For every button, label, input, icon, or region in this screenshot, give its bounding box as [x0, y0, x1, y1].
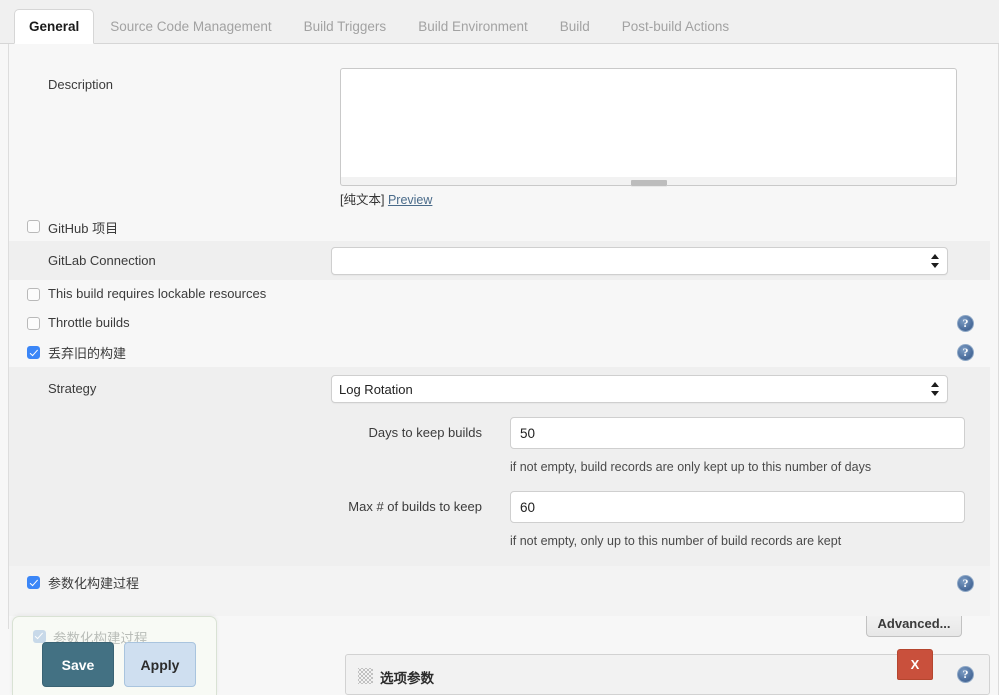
- drag-handle-icon[interactable]: [358, 668, 373, 684]
- gitlab-connection-select[interactable]: [331, 247, 948, 275]
- strategy-select-wrap: Log Rotation: [331, 375, 948, 403]
- lockable-resources-row: This build requires lockable resources: [9, 280, 990, 309]
- tab-source-code-management[interactable]: Source Code Management: [94, 10, 287, 43]
- max-builds-to-keep-label: Max # of builds to keep: [289, 499, 482, 514]
- parameterized-build-help-icon[interactable]: [957, 575, 974, 592]
- tab-build-environment[interactable]: Build Environment: [402, 10, 544, 43]
- gitlab-connection-select-wrap: [331, 247, 948, 275]
- days-to-keep-builds-hint: if not empty, build records are only kep…: [510, 460, 871, 474]
- tab-source-code-management-label: Source Code Management: [110, 19, 271, 34]
- github-project-checkbox[interactable]: [27, 220, 40, 233]
- parameterized-build-checkbox[interactable]: [27, 576, 40, 589]
- tab-build-triggers[interactable]: Build Triggers: [288, 10, 403, 43]
- option-parameter-title: 选项参数: [380, 667, 434, 687]
- tab-general[interactable]: General: [14, 9, 94, 44]
- lockable-resources-checkbox[interactable]: [27, 288, 40, 301]
- throttle-builds-row: Throttle builds: [9, 309, 990, 338]
- throttle-builds-checkbox[interactable]: [27, 317, 40, 330]
- save-apply-bar: 参数化构建过程 Save Apply: [12, 616, 217, 695]
- remove-parameter-button[interactable]: X: [897, 649, 933, 680]
- discard-old-builds-checkbox[interactable]: [27, 346, 40, 359]
- tab-post-build-actions-label: Post-build Actions: [622, 19, 729, 34]
- tab-post-build-actions[interactable]: Post-build Actions: [606, 10, 745, 43]
- description-resize-grip-icon[interactable]: [631, 180, 667, 186]
- ghost-parameterized-checkbox: [33, 630, 46, 643]
- tab-general-label: General: [29, 19, 79, 34]
- config-form: Description [纯文本] Preview GitHub 项目 GitL…: [0, 44, 999, 695]
- throttle-builds-help-icon[interactable]: [957, 315, 974, 332]
- gitlab-connection-row: GitLab Connection: [9, 241, 990, 280]
- strategy-label: Strategy: [48, 381, 96, 396]
- lockable-resources-label: This build requires lockable resources: [48, 286, 266, 301]
- tab-build-environment-label: Build Environment: [418, 19, 528, 34]
- max-builds-to-keep-input[interactable]: [510, 491, 965, 523]
- discard-old-builds-label: 丢弃旧的构建: [48, 343, 126, 362]
- description-preview-link[interactable]: Preview: [388, 193, 432, 207]
- tab-build-triggers-label: Build Triggers: [304, 19, 387, 34]
- discard-old-builds-row: 丢弃旧的构建: [9, 338, 990, 367]
- description-markup-note: [纯文本]: [340, 193, 384, 207]
- apply-button[interactable]: Apply: [124, 642, 196, 687]
- parameterized-build-row: 参数化构建过程: [9, 566, 990, 616]
- description-textarea[interactable]: [340, 68, 957, 185]
- github-project-row: GitHub 项目: [9, 212, 990, 241]
- tab-list: General Source Code Management Build Tri…: [14, 0, 745, 43]
- jenkins-job-config-page: General Source Code Management Build Tri…: [0, 0, 999, 695]
- tab-build-label: Build: [560, 19, 590, 34]
- description-row: Description [纯文本] Preview: [9, 44, 990, 212]
- parameterized-build-label: 参数化构建过程: [48, 573, 139, 592]
- config-tab-bar: General Source Code Management Build Tri…: [0, 0, 999, 44]
- strategy-select[interactable]: Log Rotation: [331, 375, 948, 403]
- github-project-label: GitHub 项目: [48, 218, 118, 237]
- save-button[interactable]: Save: [42, 642, 114, 687]
- description-label: Description: [48, 77, 113, 92]
- days-to-keep-builds-label: Days to keep builds: [289, 425, 482, 440]
- discard-old-builds-help-icon[interactable]: [957, 344, 974, 361]
- tab-build[interactable]: Build: [544, 10, 606, 43]
- description-preview-line: [纯文本] Preview: [340, 189, 432, 208]
- throttle-builds-label: Throttle builds: [48, 315, 130, 330]
- option-parameter-block: 选项参数: [345, 654, 990, 695]
- gitlab-connection-label: GitLab Connection: [48, 253, 156, 268]
- max-builds-to-keep-hint: if not empty, only up to this number of …: [510, 534, 841, 548]
- days-to-keep-builds-input[interactable]: [510, 417, 965, 449]
- option-parameter-help-icon[interactable]: [957, 666, 974, 683]
